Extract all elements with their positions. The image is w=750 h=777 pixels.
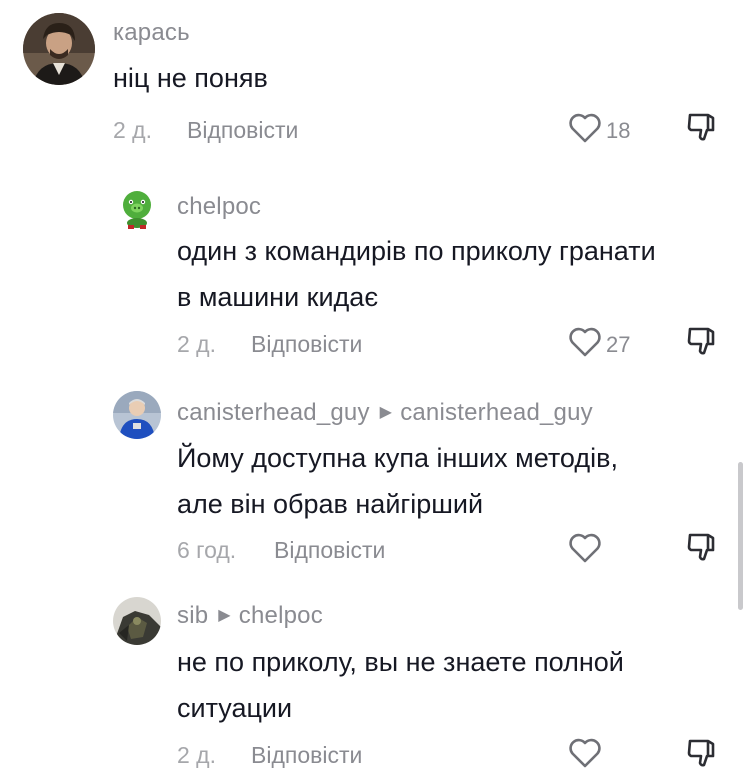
thumbs-down-icon[interactable] bbox=[686, 110, 720, 144]
comment-text: не по приколу, вы не знаете полной ситуа… bbox=[177, 647, 624, 723]
comment-time: 2 д. bbox=[177, 742, 216, 768]
like-count: 27 bbox=[606, 332, 631, 357]
reply-button[interactable]: Відповісти bbox=[274, 537, 385, 564]
avatar[interactable] bbox=[23, 13, 95, 85]
thumbs-down-icon[interactable] bbox=[686, 530, 720, 564]
heart-outline-icon[interactable] bbox=[568, 327, 602, 357]
caret-right-icon: ▶ bbox=[379, 404, 393, 421]
comment-text: ніц не поняв bbox=[113, 63, 268, 93]
scrollbar[interactable] bbox=[738, 462, 743, 610]
comment-username[interactable]: sib ▶ chelpoc bbox=[177, 602, 323, 630]
avatar[interactable] bbox=[113, 391, 161, 439]
comment-text: Йому доступна купа інших методів, але ві… bbox=[177, 443, 618, 519]
comment-username[interactable]: canisterhead_guy ▶ canisterhead_guy bbox=[177, 399, 593, 427]
thumbs-down-icon[interactable] bbox=[686, 736, 720, 770]
avatar[interactable] bbox=[113, 597, 161, 645]
comment-time: 2 д. bbox=[177, 331, 216, 357]
avatar[interactable] bbox=[113, 183, 161, 231]
comment-username[interactable]: карась bbox=[113, 19, 190, 47]
heart-outline-icon[interactable] bbox=[568, 533, 602, 563]
heart-outline-icon[interactable] bbox=[568, 113, 602, 143]
caret-right-icon: ▶ bbox=[218, 607, 231, 624]
reply-button[interactable]: Відповісти bbox=[187, 117, 298, 144]
like-count: 18 bbox=[606, 118, 631, 143]
comment-username[interactable]: chelpoc bbox=[177, 193, 261, 221]
thumbs-down-icon[interactable] bbox=[686, 324, 720, 358]
reply-button[interactable]: Відповісти bbox=[251, 331, 362, 358]
heart-outline-icon[interactable] bbox=[568, 738, 602, 768]
reply-to-username[interactable]: chelpoc bbox=[239, 602, 323, 629]
comment-time: 2 д. bbox=[113, 117, 152, 143]
reply-to-username[interactable]: canisterhead_guy bbox=[400, 399, 593, 426]
comment-time: 6 год. bbox=[177, 537, 237, 563]
comment-text: один з командирів по приколу гранати в м… bbox=[177, 236, 656, 312]
reply-button[interactable]: Відповісти bbox=[251, 742, 362, 769]
